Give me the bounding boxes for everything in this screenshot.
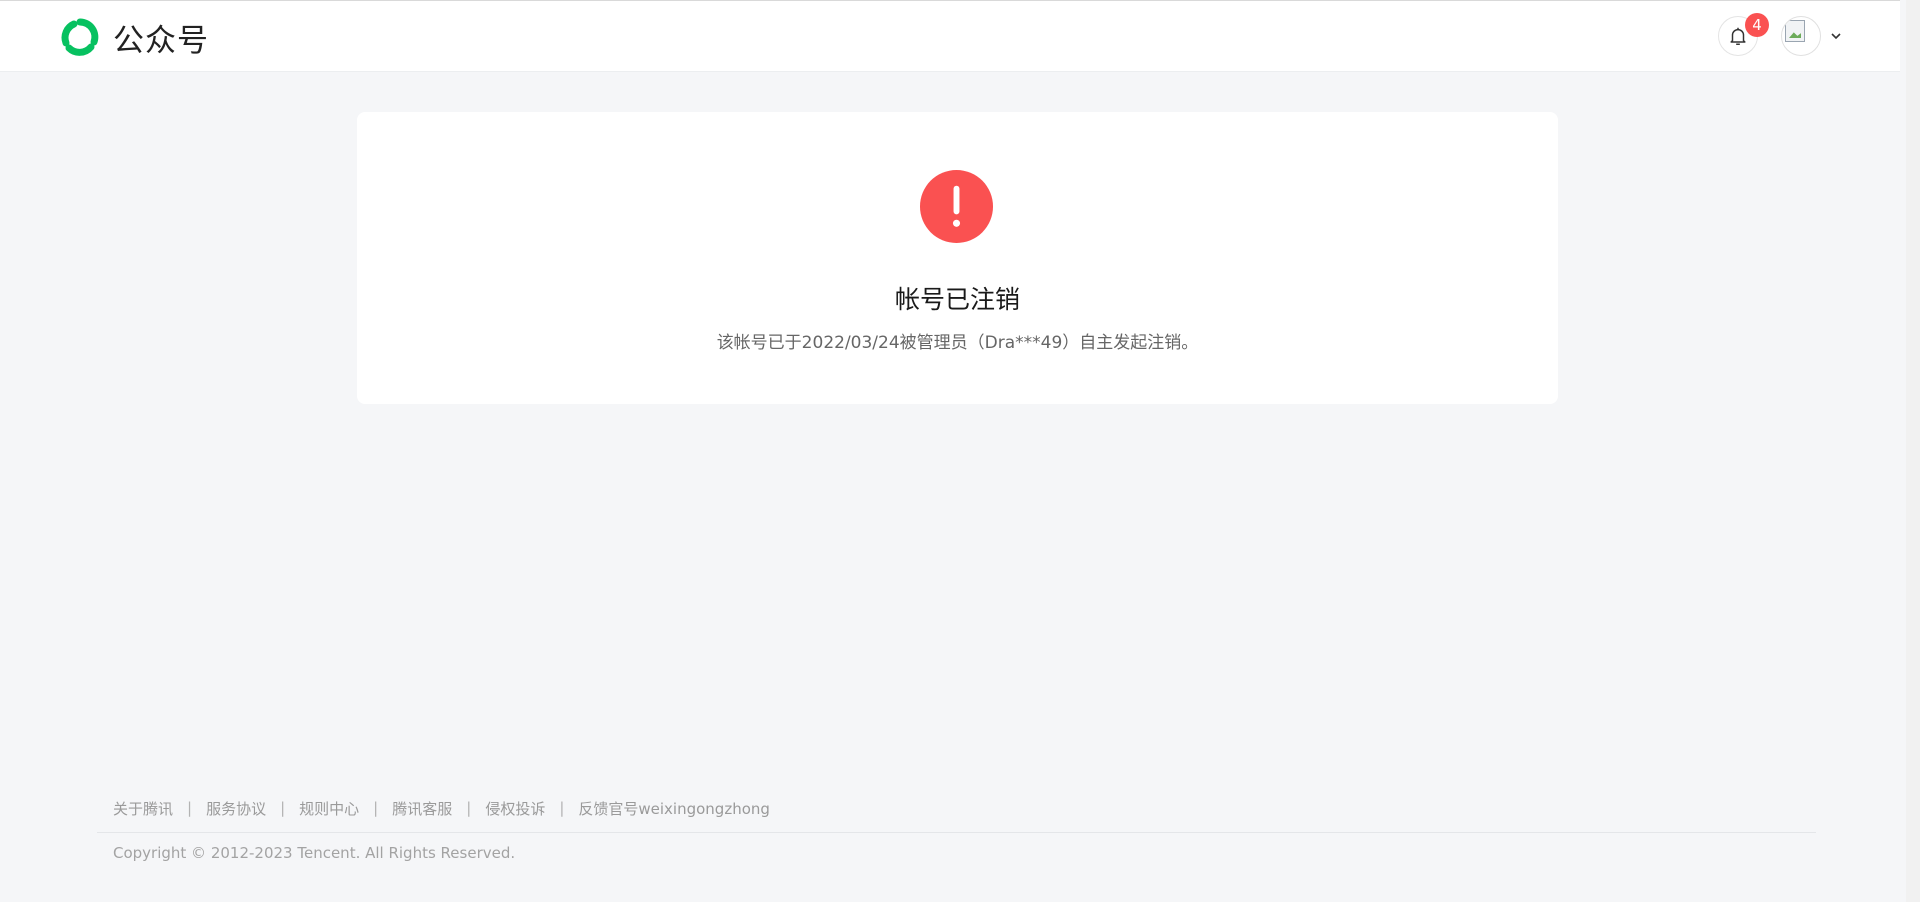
status-description: 该帐号已于2022/03/24被管理员（Dra***49）自主发起注销。 [716,333,1199,353]
footer-separator: | [466,799,472,817]
footer-link-about-tencent[interactable]: 关于腾讯 [113,798,173,819]
exclamation-circle-icon [919,169,994,244]
footer-separator: | [373,799,379,817]
footer-divider [97,832,1816,833]
chevron-down-icon[interactable] [1829,29,1843,43]
logo[interactable]: 公众号 [59,15,209,59]
footer-separator: | [280,799,286,817]
avatar[interactable] [1781,16,1821,56]
vertical-scrollbar[interactable] [1906,0,1920,902]
broken-image-icon [1785,20,1805,42]
footer-separator: | [187,799,193,817]
footer-link-customer-service[interactable]: 腾讯客服 [392,798,452,819]
account-status-card: 帐号已注销 该帐号已于2022/03/24被管理员（Dra***49）自主发起注… [357,112,1558,404]
footer-link-feedback-account[interactable]: 反馈官号weixingongzhong [578,798,770,819]
footer-link-infringement-complaint[interactable]: 侵权投诉 [485,798,545,819]
logo-text: 公众号 [113,22,209,59]
wechat-official-account-logo-icon [61,18,99,56]
notification-count-badge: 4 [1745,13,1769,37]
copyright-text: Copyright © 2012-2023 Tencent. All Right… [113,844,516,862]
top-navigation-bar: 公众号 4 [0,0,1900,72]
account-menu[interactable] [1781,16,1843,56]
footer-links: 关于腾讯 | 服务协议 | 规则中心 | 腾讯客服 | 侵权投诉 | 反馈官号w… [113,797,770,819]
footer-separator: | [559,799,565,817]
status-title: 帐号已注销 [894,285,1020,314]
footer-link-rules-center[interactable]: 规则中心 [299,798,359,819]
footer-link-service-agreement[interactable]: 服务协议 [206,798,266,819]
